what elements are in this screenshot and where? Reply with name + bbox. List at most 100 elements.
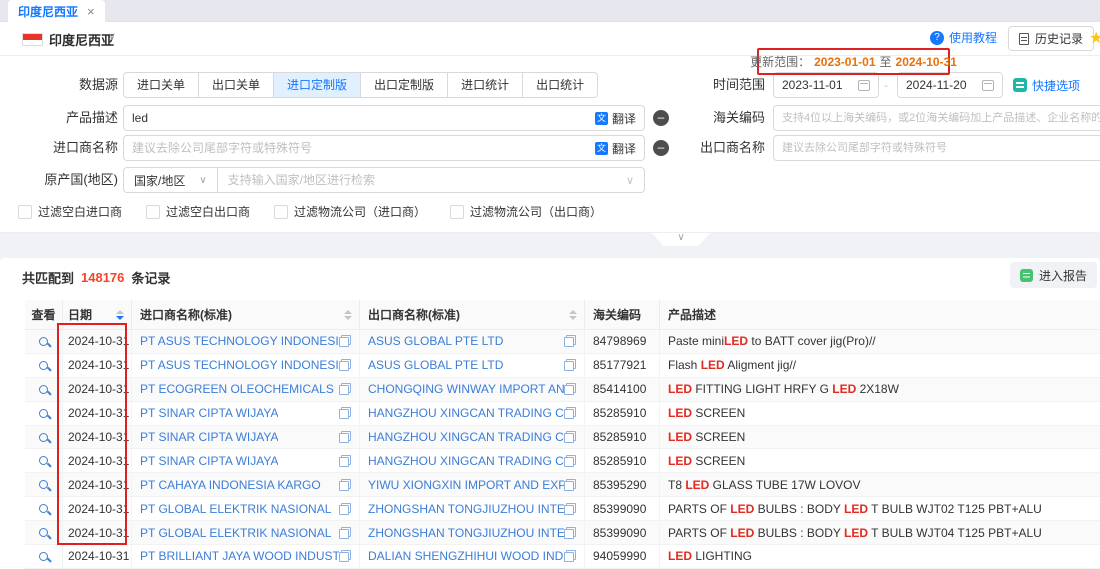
exporter-link[interactable]: CHONGQING WINWAY IMPORT AND E... xyxy=(368,382,564,396)
tab-export-statistics[interactable]: 出口统计 xyxy=(523,73,597,97)
search-icon[interactable] xyxy=(39,433,48,442)
copy-icon[interactable] xyxy=(564,527,576,539)
date-from-input[interactable] xyxy=(782,78,852,92)
search-icon[interactable] xyxy=(39,528,48,537)
copy-icon[interactable] xyxy=(339,359,351,371)
history-button[interactable]: 历史记录 xyxy=(1008,26,1094,51)
row-view-cell[interactable] xyxy=(25,426,63,449)
importer-link[interactable]: PT ASUS TECHNOLOGY INDONESIA BA... xyxy=(140,358,339,372)
exporter-link[interactable]: ASUS GLOBAL PTE LTD xyxy=(368,334,503,348)
importer-link[interactable]: PT GLOBAL ELEKTRIK NASIONAL xyxy=(140,502,331,516)
checkbox[interactable] xyxy=(146,205,160,219)
copy-icon[interactable] xyxy=(339,503,351,515)
exporter-link[interactable]: HANGZHOU XINGCAN TRADING CO LTD xyxy=(368,454,564,468)
checkbox[interactable] xyxy=(274,205,288,219)
filter-logistics-importer[interactable]: 过滤物流公司（进口商） xyxy=(274,203,426,220)
date-from-field[interactable] xyxy=(773,72,879,98)
search-icon[interactable] xyxy=(39,504,48,513)
checkbox[interactable] xyxy=(450,205,464,219)
origin-country-select[interactable]: 国家/地区 ∨ xyxy=(124,168,218,192)
copy-icon[interactable] xyxy=(339,527,351,539)
search-icon[interactable] xyxy=(39,456,48,465)
quick-options-button[interactable]: 快捷选项 xyxy=(1013,72,1080,98)
filter-blank-exporter[interactable]: 过滤空白出口商 xyxy=(146,203,250,220)
importer-field[interactable]: 文 翻译 xyxy=(123,135,645,161)
importer-link[interactable]: PT BRILLIANT JAYA WOOD INDUSTRY xyxy=(140,549,339,563)
exporter-link[interactable]: HANGZHOU XINGCAN TRADING CO LTD xyxy=(368,406,564,420)
search-icon[interactable] xyxy=(39,337,48,346)
copy-icon[interactable] xyxy=(564,407,576,419)
exporter-link[interactable]: DALIAN SHENGZHIHUI WOOD INDUST... xyxy=(368,549,564,563)
product-desc-field[interactable]: 文 翻译 xyxy=(123,105,645,131)
search-icon[interactable] xyxy=(39,480,48,489)
checkbox[interactable] xyxy=(18,205,32,219)
importer-link[interactable]: PT CAHAYA INDONESIA KARGO xyxy=(140,478,321,492)
copy-icon[interactable] xyxy=(564,359,576,371)
exporter-link[interactable]: ZHONGSHAN TONGJIUZHOU INTERNA... xyxy=(368,526,564,540)
tab-import-custom[interactable]: 进口定制版 xyxy=(274,73,361,97)
filter-logistics-exporter[interactable]: 过滤物流公司（出口商） xyxy=(450,203,602,220)
date-to-input[interactable] xyxy=(906,78,976,92)
tab-indonesia[interactable]: 印度尼西亚 × xyxy=(8,0,105,22)
help-tutorial-link[interactable]: ? 使用教程 xyxy=(930,29,997,46)
tab-import-statistics[interactable]: 进口统计 xyxy=(448,73,523,97)
importer-link[interactable]: PT ECOGREEN OLEOCHEMICALS xyxy=(140,382,334,396)
calendar-icon[interactable] xyxy=(982,80,994,91)
row-view-cell[interactable] xyxy=(25,354,63,377)
copy-icon[interactable] xyxy=(564,383,576,395)
exporter-input[interactable] xyxy=(774,142,1100,154)
enter-report-button[interactable]: 进入报告 xyxy=(1010,262,1097,288)
copy-icon[interactable] xyxy=(564,431,576,443)
sort-icons[interactable] xyxy=(569,310,577,320)
row-view-cell[interactable] xyxy=(25,473,63,496)
date-to-field[interactable] xyxy=(897,72,1003,98)
chevron-down-icon[interactable]: ∨ xyxy=(108,30,116,43)
search-icon[interactable] xyxy=(39,409,48,418)
close-icon[interactable]: × xyxy=(87,5,95,18)
hs-code-input[interactable] xyxy=(774,112,1100,124)
importer-link[interactable]: PT SINAR CIPTA WIJAYA xyxy=(140,406,278,420)
origin-search-input[interactable] xyxy=(218,173,620,187)
copy-icon[interactable] xyxy=(564,550,576,562)
copy-icon[interactable] xyxy=(339,383,351,395)
exporter-field[interactable] xyxy=(773,135,1100,161)
exporter-link[interactable]: YIWU XIONGXIN IMPORT AND EXPORT... xyxy=(368,478,564,492)
translate-button[interactable]: 文 翻译 xyxy=(595,110,636,127)
copy-icon[interactable] xyxy=(339,479,351,491)
header-date[interactable]: 日期 xyxy=(63,300,132,329)
origin-field[interactable]: 国家/地区 ∨ ∨ xyxy=(123,167,645,193)
row-view-cell[interactable] xyxy=(25,545,63,568)
row-view-cell[interactable] xyxy=(25,449,63,472)
hs-code-field[interactable] xyxy=(773,105,1100,131)
copy-icon[interactable] xyxy=(564,335,576,347)
importer-link[interactable]: PT ASUS TECHNOLOGY INDONESIA BA... xyxy=(140,334,339,348)
row-view-cell[interactable] xyxy=(25,378,63,401)
importer-link[interactable]: PT SINAR CIPTA WIJAYA xyxy=(140,454,278,468)
sort-icons[interactable] xyxy=(116,310,124,320)
sort-icons[interactable] xyxy=(344,310,352,320)
tab-export-declaration[interactable]: 出口关单 xyxy=(199,73,274,97)
copy-icon[interactable] xyxy=(564,503,576,515)
row-view-cell[interactable] xyxy=(25,521,63,544)
exporter-link[interactable]: ZHONGSHAN TONGJIUZHOU INTERNA... xyxy=(368,502,564,516)
tab-export-custom[interactable]: 出口定制版 xyxy=(361,73,448,97)
tab-import-declaration[interactable]: 进口关单 xyxy=(124,73,199,97)
row-view-cell[interactable] xyxy=(25,402,63,425)
copy-icon[interactable] xyxy=(564,455,576,467)
copy-icon[interactable] xyxy=(339,550,351,562)
copy-icon[interactable] xyxy=(339,407,351,419)
header-importer[interactable]: 进口商名称(标准) xyxy=(132,300,360,329)
search-icon[interactable] xyxy=(39,361,48,370)
collapse-panel-handle[interactable]: ∨ xyxy=(652,233,710,246)
star-icon[interactable]: ★ xyxy=(1089,28,1100,48)
copy-icon[interactable] xyxy=(564,479,576,491)
calendar-icon[interactable] xyxy=(858,80,870,91)
exporter-link[interactable]: ASUS GLOBAL PTE LTD xyxy=(368,358,503,372)
importer-input[interactable] xyxy=(124,141,595,155)
exporter-link[interactable]: HANGZHOU XINGCAN TRADING CO LTD xyxy=(368,430,564,444)
search-icon[interactable] xyxy=(39,552,48,561)
search-icon[interactable] xyxy=(39,385,48,394)
header-exporter[interactable]: 出口商名称(标准) xyxy=(360,300,585,329)
importer-link[interactable]: PT GLOBAL ELEKTRIK NASIONAL xyxy=(140,526,331,540)
copy-icon[interactable] xyxy=(339,455,351,467)
